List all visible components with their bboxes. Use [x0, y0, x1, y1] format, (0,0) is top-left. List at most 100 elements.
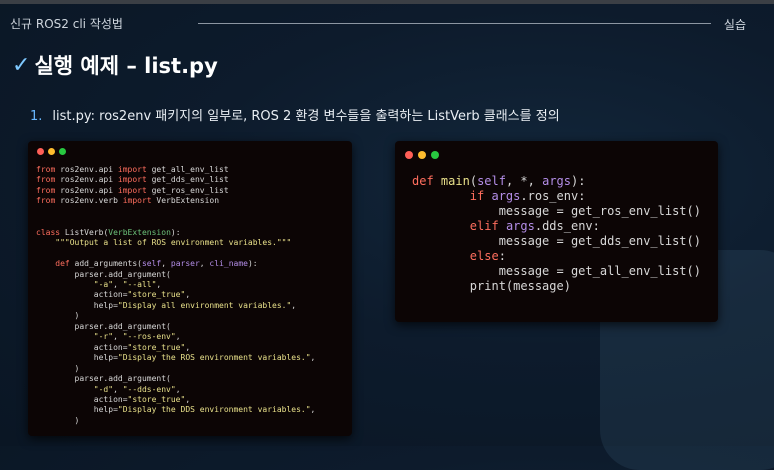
code-line: parser.add_argument( [36, 322, 315, 332]
code-token: , [185, 394, 191, 404]
code-token: ): [571, 174, 586, 188]
code-token: , [175, 384, 181, 394]
code-token: help= [36, 405, 118, 415]
code-token: elif [469, 219, 499, 233]
code-token: from [36, 175, 56, 185]
code-token: "-a" [93, 279, 114, 289]
code-line: if args.ros_env: [412, 189, 701, 204]
code-token: main [440, 174, 470, 188]
code-token: , [113, 332, 123, 342]
code-token: import [117, 185, 147, 195]
code-token: parser.add_argument( [36, 374, 171, 384]
code-token: help= [36, 300, 118, 310]
code-token: ros2env.api [55, 165, 118, 174]
maximize-dot-icon [59, 148, 66, 155]
code-token: "--ros-env" [122, 332, 176, 342]
checkmark-icon: ✓ [12, 52, 31, 78]
slide-title: ✓ 실행 예제 – list.py [12, 50, 218, 80]
code-block-main: def main(self, *, args): if args.ros_env… [412, 174, 701, 294]
code-token: """Output a list of ROS environment vari… [55, 238, 292, 248]
top-bar [0, 0, 774, 4]
code-token: message = get_dds_env_list() [412, 234, 701, 248]
code-token: from [36, 185, 56, 195]
code-token: cli_name [209, 259, 248, 269]
header-title: 신규 ROS2 cli 작성법 [10, 17, 123, 31]
close-dot-icon [37, 148, 44, 155]
code-token: "Display the DDS environment variables." [117, 405, 311, 415]
code-token: "store_true" [127, 342, 186, 352]
code-token: , [310, 353, 316, 363]
code-line: action="store_true", [36, 395, 315, 405]
code-line: "-d", "--dds-env", [36, 385, 315, 395]
step-item: 1. list.py: ros2env 패키지의 일부로, ROS 2 환경 변수… [30, 105, 560, 124]
code-token: "Display the ROS environment variables." [117, 353, 311, 363]
code-line: message = get_dds_env_list() [412, 234, 701, 249]
code-line: message = get_ros_env_list() [412, 204, 701, 219]
code-token: , [113, 279, 123, 289]
code-line: action="store_true", [36, 343, 315, 353]
code-token: "-r" [93, 332, 114, 342]
code-token: action= [36, 342, 128, 352]
code-line: elif args.dds_env: [412, 219, 701, 234]
code-line: from ros2env.api import get_dds_env_list [36, 175, 315, 185]
code-token: self [141, 259, 162, 269]
code-token: args [491, 189, 521, 203]
code-token: ros2env.api [55, 175, 118, 185]
code-token: ) [36, 415, 80, 425]
code-token: ListVerb( [60, 227, 109, 237]
code-line: help="Display the DDS environment variab… [36, 405, 316, 415]
code-token: get_dds_env_list [146, 175, 229, 185]
code-token: VerbExtension [108, 227, 171, 237]
code-token: , [156, 279, 162, 289]
code-token: get_ros_env_list [146, 185, 229, 195]
code-token: parser.add_argument( [36, 269, 171, 279]
step-number: 1. [30, 109, 43, 124]
code-token: .dds_env: [534, 219, 600, 233]
code-token: , [113, 384, 123, 394]
code-line: "-r", "--ros-env", [36, 332, 315, 342]
code-line: from ros2env.api import get_ros_env_list [36, 186, 315, 196]
code-line: def main(self, *, args): [412, 174, 701, 189]
code-token: .ros_env: [520, 189, 586, 203]
code-token: args [542, 174, 571, 188]
code-token: def [412, 174, 434, 188]
code-line: print(message) [412, 279, 701, 294]
code-token: : [498, 249, 506, 263]
code-line: "-a", "--all", [36, 280, 315, 290]
code-token: , [310, 405, 316, 415]
code-line: parser.add_argument( [36, 374, 315, 384]
code-token: message = get_all_env_list() [412, 264, 701, 278]
code-line: ) [36, 311, 315, 321]
code-token: ros2env.verb [55, 196, 123, 206]
code-token: action= [36, 394, 128, 404]
step-text: list.py: ros2env 패키지의 일부로, ROS 2 환경 변수들을… [52, 109, 560, 124]
code-token: "Display all environment variables." [117, 300, 292, 310]
code-token: import [117, 175, 147, 185]
code-line: from ros2env.verb import VerbExtension [36, 196, 315, 206]
code-token: if [469, 189, 485, 203]
code-token: ( [469, 174, 478, 188]
code-token: help= [36, 353, 118, 363]
code-token: parser.add_argument( [36, 321, 171, 331]
code-token: message = get_ros_env_list() [412, 204, 701, 218]
code-line: help="Display the ROS environment variab… [36, 353, 316, 363]
code-line: parser.add_argument( [36, 270, 315, 280]
code-token: "store_true" [127, 290, 186, 300]
window-controls [405, 151, 439, 159]
code-block-list-verb: from ros2env.api import get_all_env_list… [36, 165, 315, 426]
code-line: from ros2env.api import get_all_env_list [36, 165, 315, 175]
code-token: parser [170, 259, 200, 269]
code-token: , [175, 332, 181, 342]
code-token: , [161, 259, 171, 269]
minimize-dot-icon [418, 151, 426, 159]
code-line: """Output a list of ROS environment vari… [36, 238, 315, 248]
